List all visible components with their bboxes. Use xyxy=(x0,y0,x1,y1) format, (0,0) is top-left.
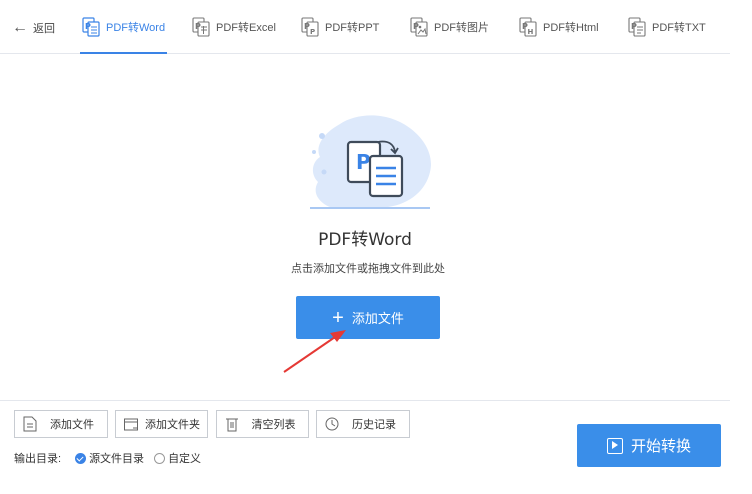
add-folder-icon xyxy=(124,418,138,431)
pdf-html-icon: P H xyxy=(519,17,537,37)
back-button[interactable]: ← 返回 xyxy=(12,17,55,39)
top-nav-bar: ← 返回 P PDF转Word P PDF转Excel P P PDF转PPT … xyxy=(0,0,752,54)
right-margin xyxy=(730,0,752,494)
clock-icon xyxy=(325,417,339,431)
annotation-arrow-icon xyxy=(283,330,346,373)
pdf-to-word-illustration: P xyxy=(310,115,431,209)
tab-pdf-image[interactable]: P PDF转图片 xyxy=(410,0,489,54)
add-file-icon xyxy=(23,416,37,432)
add-file-footer-button[interactable]: 添加文件 xyxy=(14,410,108,438)
tab-label: PDF转PPT xyxy=(325,22,380,34)
back-label: 返回 xyxy=(33,23,55,35)
checked-radio-icon xyxy=(75,452,87,464)
radio-custom-dir[interactable]: 自定义 xyxy=(154,450,201,466)
svg-text:H: H xyxy=(528,28,534,36)
tab-label: PDF转TXT xyxy=(652,22,706,34)
clear-list-button[interactable]: 清空列表 xyxy=(216,410,309,438)
play-icon xyxy=(606,437,623,454)
tab-pdf-excel[interactable]: P PDF转Excel xyxy=(192,0,276,54)
start-label: 开始转换 xyxy=(630,438,691,455)
footer-button-label: 历史记录 xyxy=(352,419,396,431)
svg-text:P: P xyxy=(631,22,637,31)
drop-hint: 点击添加文件或拖拽文件到此处 xyxy=(291,263,445,275)
tab-label: PDF转图片 xyxy=(434,22,489,34)
radio-source-dir[interactable]: 源文件目录 xyxy=(75,450,144,466)
output-label: 输出目录: xyxy=(14,453,62,465)
footer-button-label: 添加文件 xyxy=(50,419,94,431)
pdf-image-icon: P xyxy=(410,17,428,37)
svg-text:P: P xyxy=(413,22,419,31)
add-folder-button[interactable]: 添加文件夹 xyxy=(115,410,208,438)
svg-text:P: P xyxy=(310,28,315,36)
footer-button-label: 添加文件夹 xyxy=(145,419,200,431)
tab-pdf-txt[interactable]: P PDF转TXT xyxy=(628,0,706,54)
unchecked-radio-icon xyxy=(154,452,166,464)
trash-icon xyxy=(226,418,238,432)
pdf-excel-icon: P xyxy=(192,17,210,37)
tab-label: PDF转Html xyxy=(543,22,599,34)
tab-label: PDF转Word xyxy=(106,22,166,34)
pdf-word-icon: P xyxy=(82,17,100,37)
svg-text:P: P xyxy=(85,22,91,31)
footer-button-label: 清空列表 xyxy=(251,419,296,431)
svg-text:P: P xyxy=(356,150,371,174)
svg-text:P: P xyxy=(195,22,201,31)
pdf-ppt-icon: P P xyxy=(301,17,319,37)
tab-pdf-html[interactable]: P H PDF转Html xyxy=(519,0,599,54)
tab-pdf-word[interactable]: P PDF转Word xyxy=(79,0,168,54)
page-title: PDF转Word xyxy=(318,230,412,250)
pdf-txt-icon: P xyxy=(628,17,646,37)
arrow-left-icon: ← xyxy=(12,19,28,36)
output-directory-row: 输出目录: 源文件目录 自定义 xyxy=(14,450,201,466)
radio-label: 自定义 xyxy=(168,453,202,465)
add-file-label: 添加文件 xyxy=(351,311,404,326)
tab-pdf-ppt[interactable]: P P PDF转PPT xyxy=(301,0,379,54)
history-button[interactable]: 历史记录 xyxy=(316,410,410,438)
radio-label: 源文件目录 xyxy=(89,453,145,465)
start-conversion-button[interactable]: 开始转换 xyxy=(577,424,721,467)
tab-label: PDF转Excel xyxy=(216,22,276,34)
